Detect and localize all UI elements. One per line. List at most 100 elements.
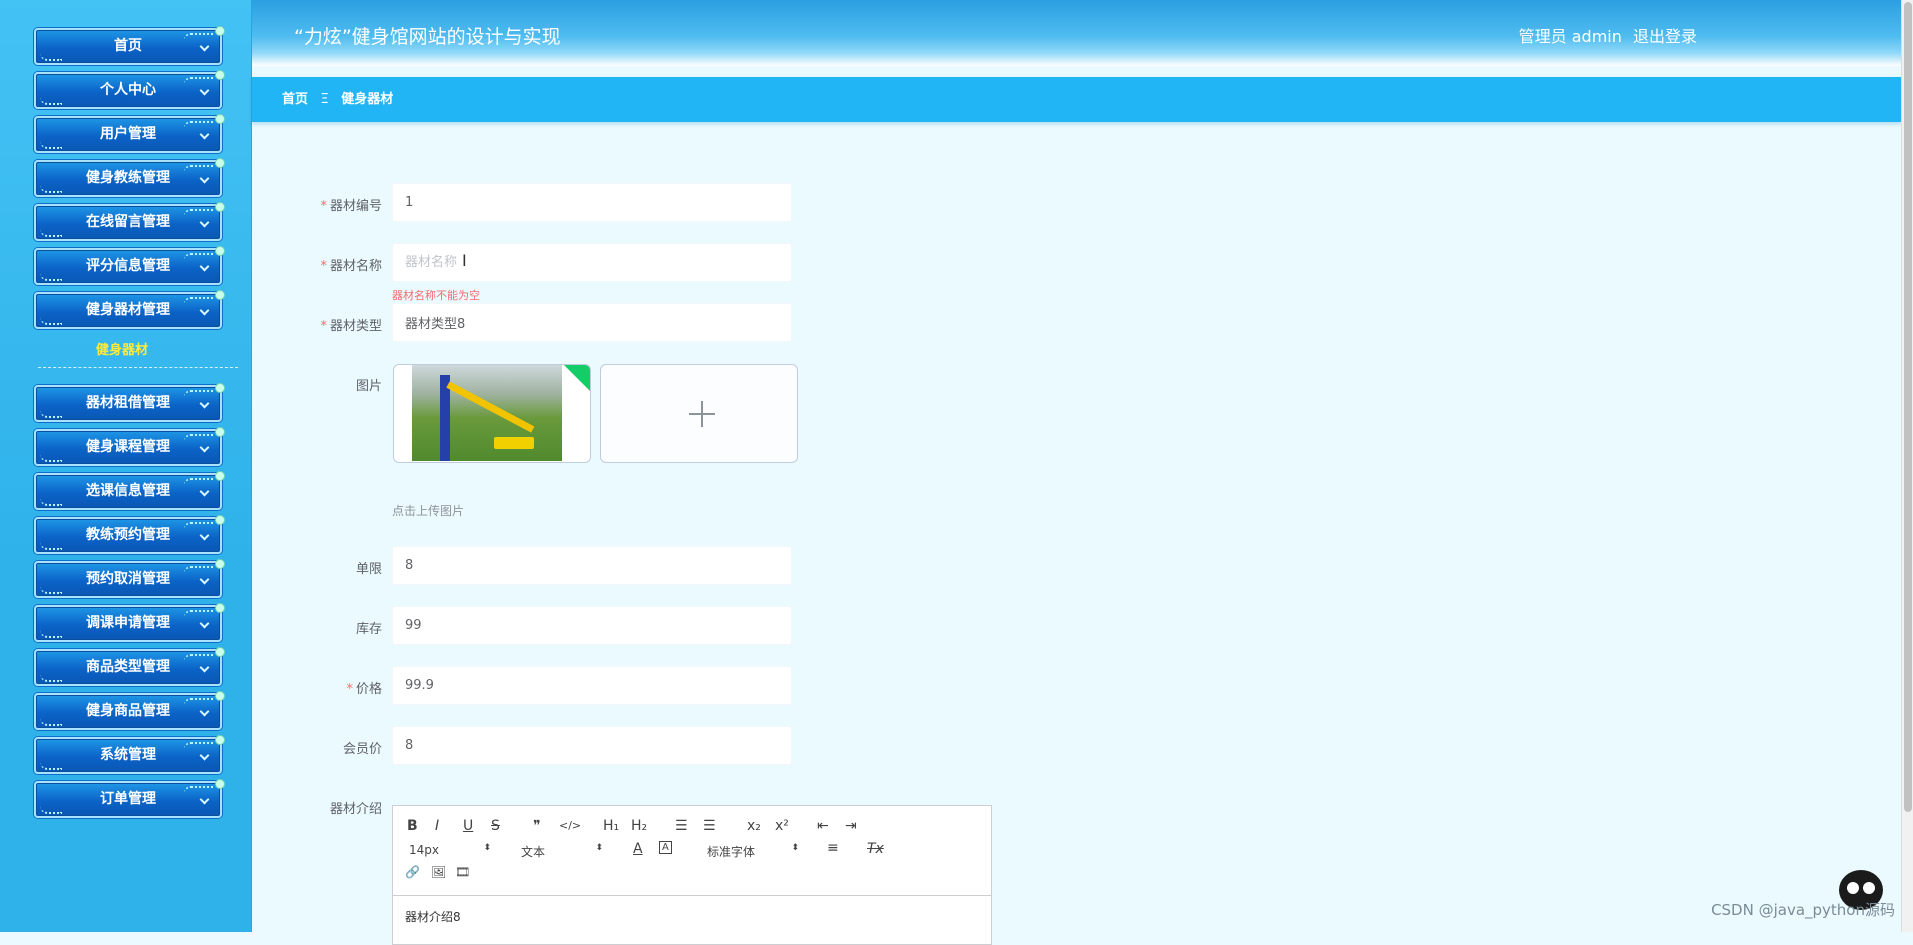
price-input[interactable]: [392, 666, 792, 705]
site-title: “力炫”健身馆网站的设计与实现: [294, 22, 561, 49]
menu-ornament: [40, 542, 62, 550]
form-row-single-limit: 单限: [300, 546, 800, 586]
sidebar-item-rental-management[interactable]: 器材租借管理: [34, 385, 222, 422]
rich-text-editor: B I U S ❞ </> H₁ H₂ ☰ ☰ x₂ x² ⇤ ⇥ 14px⬍ …: [392, 805, 992, 945]
video-icon[interactable]: 🎞: [455, 865, 470, 879]
background-color-icon[interactable]: A: [659, 841, 672, 854]
sidebar-item-product-type-management[interactable]: 商品类型管理: [34, 649, 222, 686]
menu-ornament: [184, 165, 214, 172]
sidebar-subitem-equipment[interactable]: 健身器材: [34, 339, 252, 358]
italic-icon[interactable]: I: [435, 818, 439, 834]
sidebar-item-label: 调课申请管理: [86, 615, 170, 631]
menu-knob: [215, 779, 225, 789]
menu-ornament: [40, 53, 62, 61]
blockquote-icon[interactable]: ❞: [533, 818, 541, 834]
equipment-name-input[interactable]: [392, 243, 792, 282]
block-type-value: 文本: [521, 845, 545, 859]
menu-ornament: [40, 630, 62, 638]
sidebar-item-coach-management[interactable]: 健身教练管理: [34, 160, 222, 197]
sidebar-item-coach-booking-management[interactable]: 教练预约管理: [34, 517, 222, 554]
equipment-no-label: *器材编号: [300, 195, 382, 214]
editor-content[interactable]: 器材介绍8: [393, 896, 991, 937]
top-header: “力炫”健身馆网站的设计与实现 管理员 admin 退出登录: [252, 0, 1901, 66]
heading1-icon[interactable]: H₁: [603, 818, 619, 834]
font-size-select[interactable]: 14px⬍: [409, 843, 491, 857]
sidebar-item-label: 选课信息管理: [86, 483, 170, 499]
sidebar-item-label: 在线留言管理: [86, 214, 170, 230]
clear-format-icon[interactable]: Tx: [867, 841, 884, 857]
stock-input[interactable]: [392, 606, 792, 645]
breadcrumb-home[interactable]: 首页: [282, 92, 308, 107]
heading2-icon[interactable]: H₂: [631, 818, 647, 834]
page-scrollbar[interactable]: [1901, 0, 1913, 932]
image-label: 图片: [300, 375, 382, 394]
sidebar-item-enrollment-management[interactable]: 选课信息管理: [34, 473, 222, 510]
uploaded-image-thumbnail[interactable]: [393, 364, 591, 463]
sidebar-item-system-management[interactable]: 系统管理: [34, 737, 222, 774]
indent-icon[interactable]: ⇥: [845, 818, 857, 834]
menu-knob: [215, 70, 225, 80]
chevron-down-icon: [200, 443, 210, 453]
menu-ornament: [184, 654, 214, 661]
menu-knob: [215, 471, 225, 481]
menu-knob: [215, 290, 225, 300]
equipment-name-label: *器材名称: [300, 255, 382, 274]
menu-knob: [215, 158, 225, 168]
sidebar-item-course-management[interactable]: 健身课程管理: [34, 429, 222, 466]
bullet-list-icon[interactable]: ☰: [703, 818, 716, 834]
font-color-icon[interactable]: A: [633, 841, 643, 857]
single-limit-input[interactable]: [392, 546, 792, 585]
ordered-list-icon[interactable]: ☰: [675, 818, 688, 834]
equipment-no-input[interactable]: [392, 183, 792, 222]
equipment-type-input[interactable]: [392, 303, 792, 342]
outdent-icon[interactable]: ⇤: [817, 818, 829, 834]
sidebar-item-reschedule-management[interactable]: 调课申请管理: [34, 605, 222, 642]
mascot-eye: [1863, 882, 1875, 894]
strikethrough-icon[interactable]: S: [491, 818, 500, 834]
sidebar-item-message-management[interactable]: 在线留言管理: [34, 204, 222, 241]
code-block-icon[interactable]: </>: [559, 819, 581, 832]
editor-toolbar: B I U S ❞ </> H₁ H₂ ☰ ☰ x₂ x² ⇤ ⇥ 14px⬍ …: [393, 806, 991, 896]
chevron-down-icon: [200, 399, 210, 409]
chevron-down-icon: [200, 306, 210, 316]
sidebar-item-label: 商品类型管理: [86, 659, 170, 675]
superscript-icon[interactable]: x²: [775, 818, 789, 834]
logout-link[interactable]: 退出登录: [1633, 27, 1697, 46]
upload-add-button[interactable]: [600, 364, 798, 463]
align-icon[interactable]: ≡: [827, 840, 839, 856]
menu-ornament: [184, 121, 214, 128]
mascot-eye: [1847, 882, 1859, 894]
breadcrumb: 首页 Ξ 健身器材: [252, 77, 1901, 122]
single-limit-label: 单限: [300, 558, 382, 577]
sidebar-item-product-management[interactable]: 健身商品管理: [34, 693, 222, 730]
form-row-equipment-name: *器材名称: [300, 243, 800, 283]
sidebar-item-label: 首页: [114, 38, 142, 54]
sidebar-item-order-management[interactable]: 订单管理: [34, 781, 222, 818]
sidebar-item-rating-management[interactable]: 评分信息管理: [34, 248, 222, 285]
image-icon[interactable]: 🖼: [431, 865, 446, 879]
label-text: 价格: [356, 682, 382, 697]
block-type-select[interactable]: 文本⬍: [521, 843, 603, 860]
menu-ornament: [40, 586, 62, 594]
sidebar-item-equipment-management[interactable]: 健身器材管理: [34, 292, 222, 329]
sidebar-item-home[interactable]: 首页: [34, 28, 222, 65]
menu-ornament: [184, 297, 214, 304]
sidebar-item-personal-center[interactable]: 个人中心: [34, 72, 222, 109]
menu-ornament: [40, 273, 62, 281]
underline-icon[interactable]: U: [463, 818, 473, 834]
link-icon[interactable]: 🔗: [405, 865, 420, 879]
menu-ornament: [184, 390, 214, 397]
subscript-icon[interactable]: x₂: [747, 818, 761, 834]
scrollbar-thumb[interactable]: [1904, 2, 1912, 812]
chevron-down-icon: [200, 86, 210, 96]
member-price-input[interactable]: [392, 726, 792, 765]
menu-knob: [215, 515, 225, 525]
chevron-down-icon: [200, 174, 210, 184]
sidebar: 首页 个人中心 用户管理 健身教练管理 在线留言管理 评分信息管理 健身器材管理…: [0, 0, 252, 932]
bold-icon[interactable]: B: [407, 818, 418, 834]
sidebar-item-booking-cancel-management[interactable]: 预约取消管理: [34, 561, 222, 598]
chevron-down-icon: [200, 531, 210, 541]
sidebar-item-user-management[interactable]: 用户管理: [34, 116, 222, 153]
font-family-select[interactable]: 标准字体⬍: [707, 843, 799, 860]
label-text: 器材类型: [330, 319, 382, 334]
